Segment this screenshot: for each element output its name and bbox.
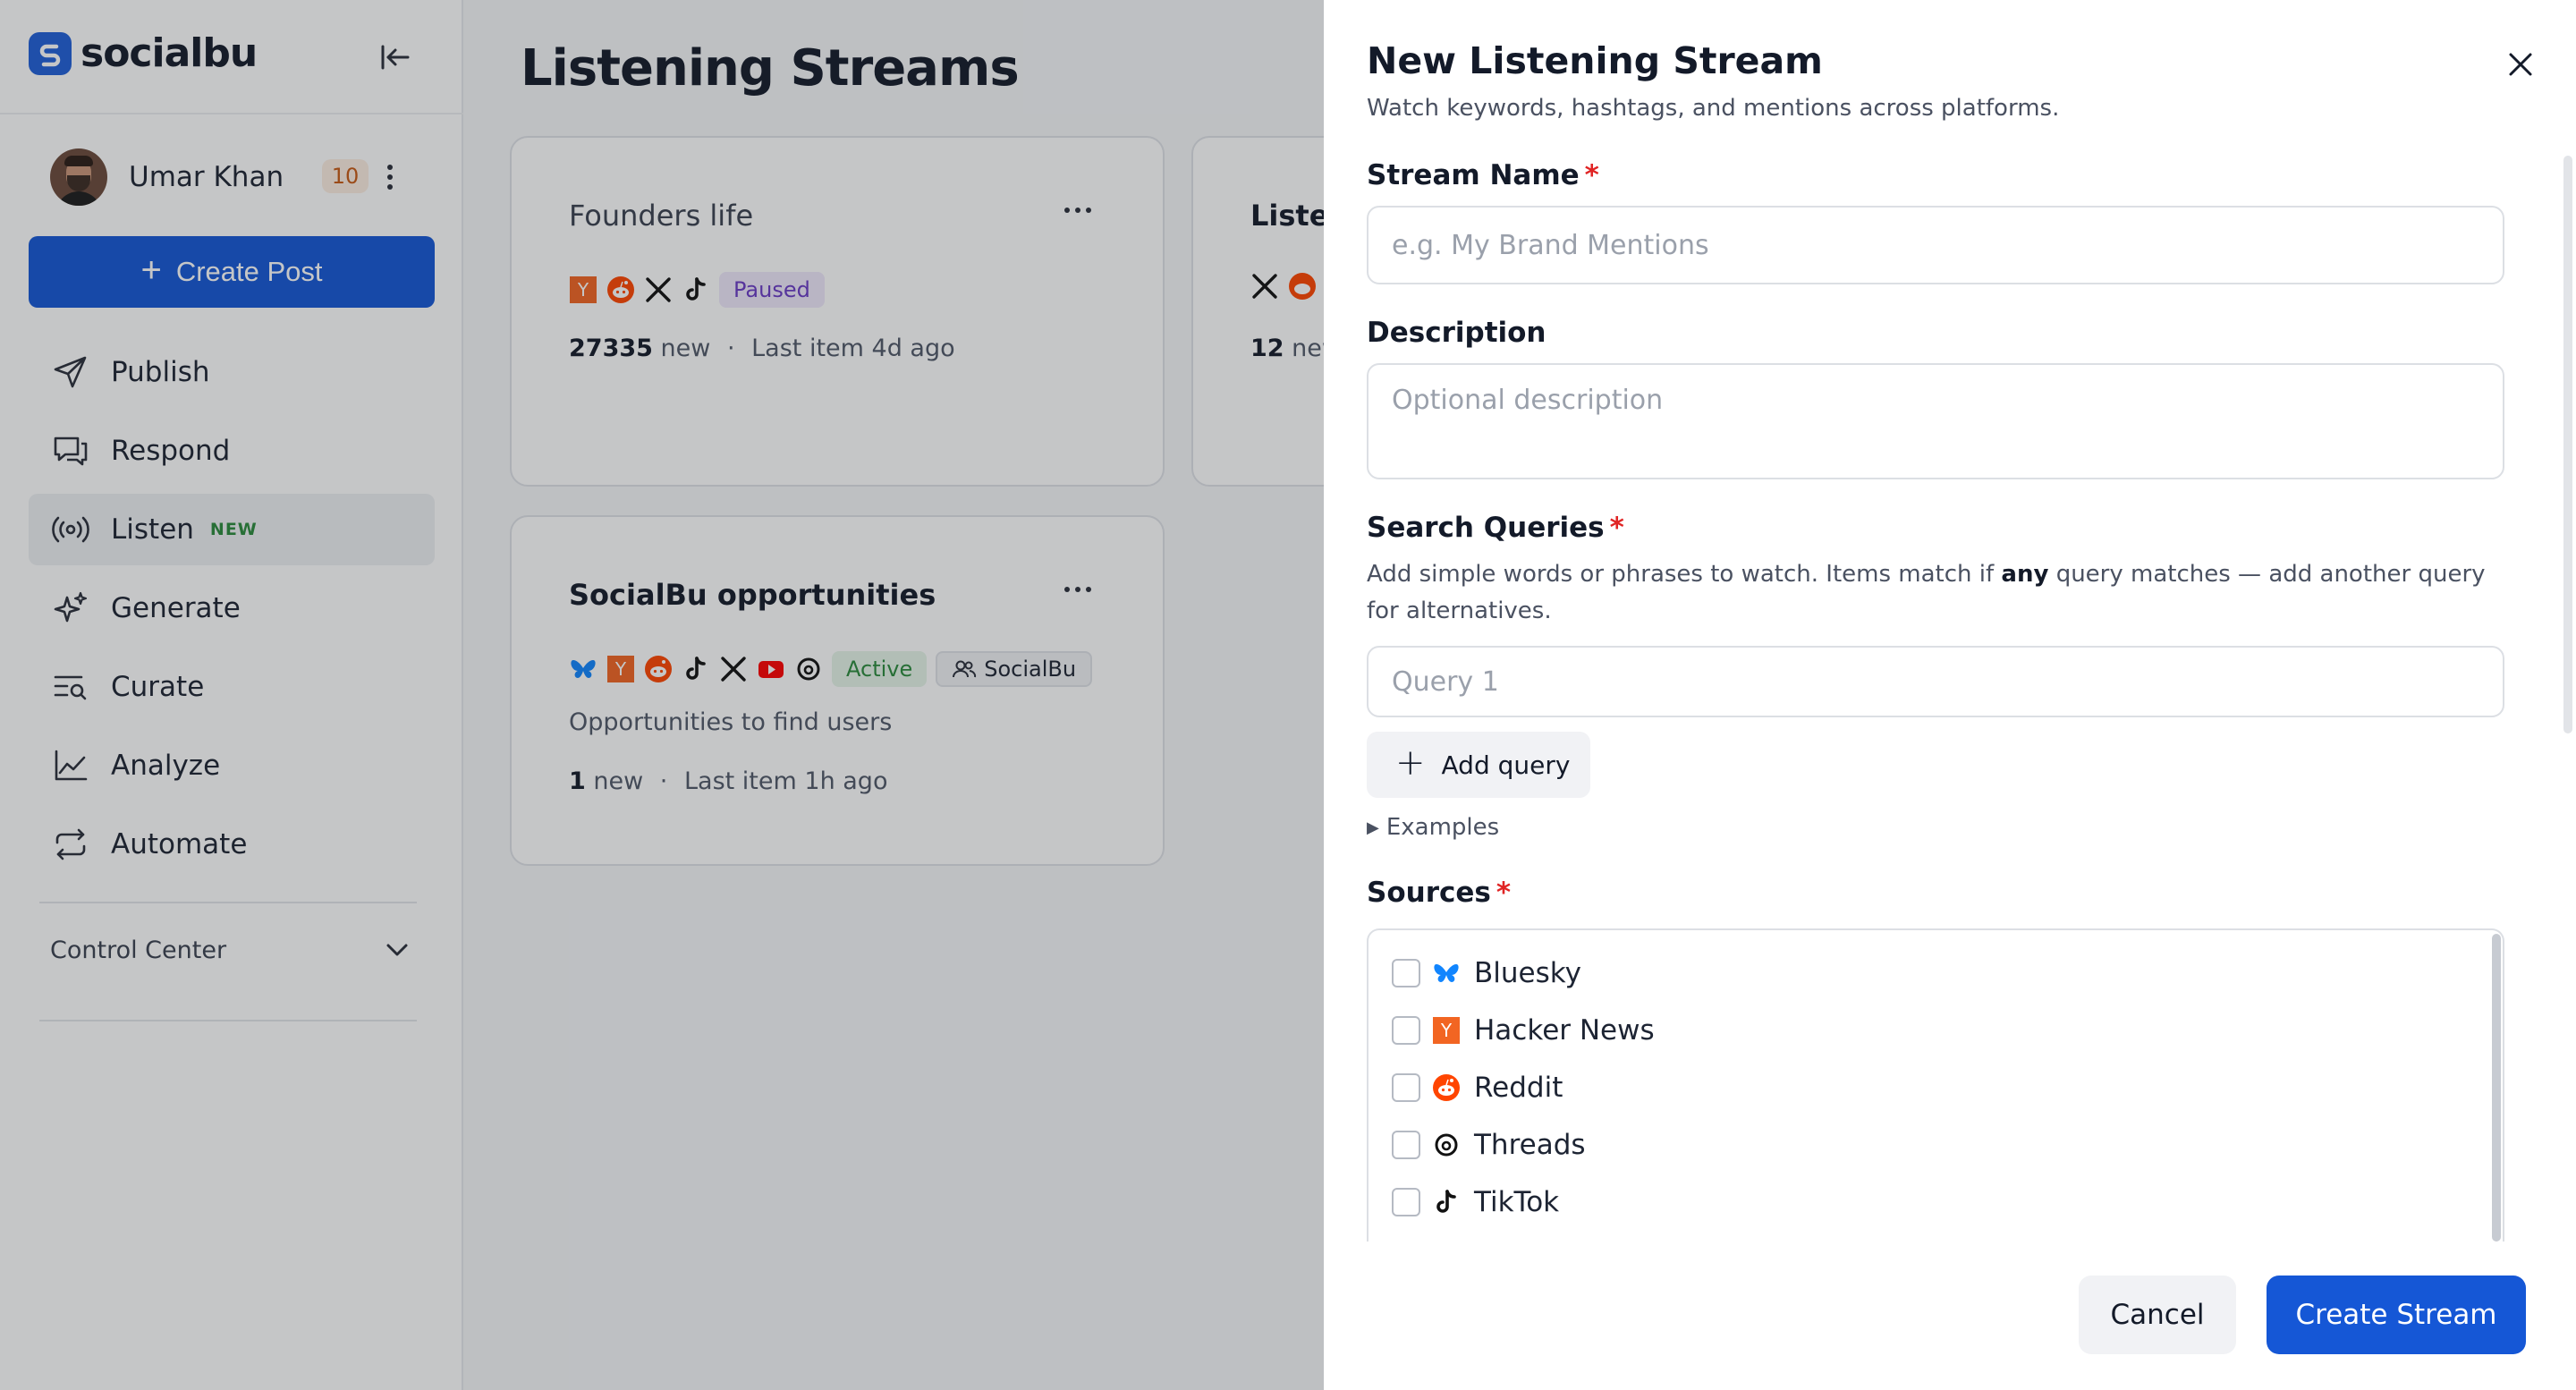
checkbox[interactable]: [1392, 1073, 1420, 1102]
drawer-subtitle: Watch keywords, hashtags, and mentions a…: [1367, 95, 2060, 122]
close-button[interactable]: [2501, 45, 2540, 84]
sources-scrollbar[interactable]: [2492, 934, 2501, 1242]
modal-backdrop[interactable]: [0, 0, 1324, 1390]
examples-label: Examples: [1385, 814, 1500, 841]
description-textarea[interactable]: [1367, 363, 2504, 479]
checkbox[interactable]: [1392, 959, 1420, 987]
query-1-input[interactable]: [1367, 646, 2504, 717]
sources-list: Bluesky Y Hacker News Reddit Threads Tik…: [1367, 928, 2504, 1242]
description-label: Description: [1367, 317, 1546, 349]
checkbox[interactable]: [1392, 1016, 1420, 1045]
source-option-reddit[interactable]: Reddit: [1392, 1070, 1563, 1106]
source-label: Reddit: [1474, 1072, 1563, 1104]
cancel-button[interactable]: Cancel: [2079, 1276, 2236, 1354]
search-queries-label: Search Queries *: [1367, 512, 1624, 544]
examples-toggle[interactable]: ▶ Examples: [1367, 814, 1499, 841]
create-stream-button[interactable]: Create Stream: [2267, 1276, 2526, 1354]
stream-name-input[interactable]: [1367, 206, 2504, 284]
source-label: Hacker News: [1474, 1014, 1655, 1047]
hacker-news-icon: Y: [1431, 1015, 1462, 1046]
source-option-hacker-news[interactable]: Y Hacker News: [1392, 1013, 1655, 1048]
tiktok-icon: [1431, 1187, 1462, 1217]
plus-icon: +: [1395, 742, 1426, 784]
sources-label: Sources *: [1367, 877, 1512, 909]
add-query-button[interactable]: + Add query: [1367, 732, 1590, 798]
source-label: Bluesky: [1474, 957, 1581, 989]
add-query-label: Add query: [1441, 750, 1571, 780]
drawer-scrollbar[interactable]: [2563, 156, 2572, 733]
bluesky-icon: [1431, 958, 1462, 988]
stream-name-label: Stream Name *: [1367, 159, 1599, 191]
source-option-tiktok[interactable]: TikTok: [1392, 1184, 1559, 1220]
caret-right-icon: ▶: [1367, 818, 1379, 837]
threads-icon: [1431, 1130, 1462, 1160]
close-icon: [2509, 53, 2532, 76]
checkbox[interactable]: [1392, 1131, 1420, 1159]
search-queries-help: Add simple words or phrases to watch. It…: [1367, 561, 2486, 624]
new-stream-drawer: New Listening Stream Watch keywords, has…: [1324, 0, 2576, 1390]
source-option-bluesky[interactable]: Bluesky: [1392, 955, 1581, 991]
source-label: TikTok: [1474, 1186, 1560, 1218]
source-label: Threads: [1474, 1129, 1586, 1161]
drawer-title: New Listening Stream: [1367, 39, 1823, 82]
reddit-icon: [1431, 1072, 1462, 1103]
checkbox[interactable]: [1392, 1188, 1420, 1216]
source-option-threads[interactable]: Threads: [1392, 1127, 1586, 1163]
